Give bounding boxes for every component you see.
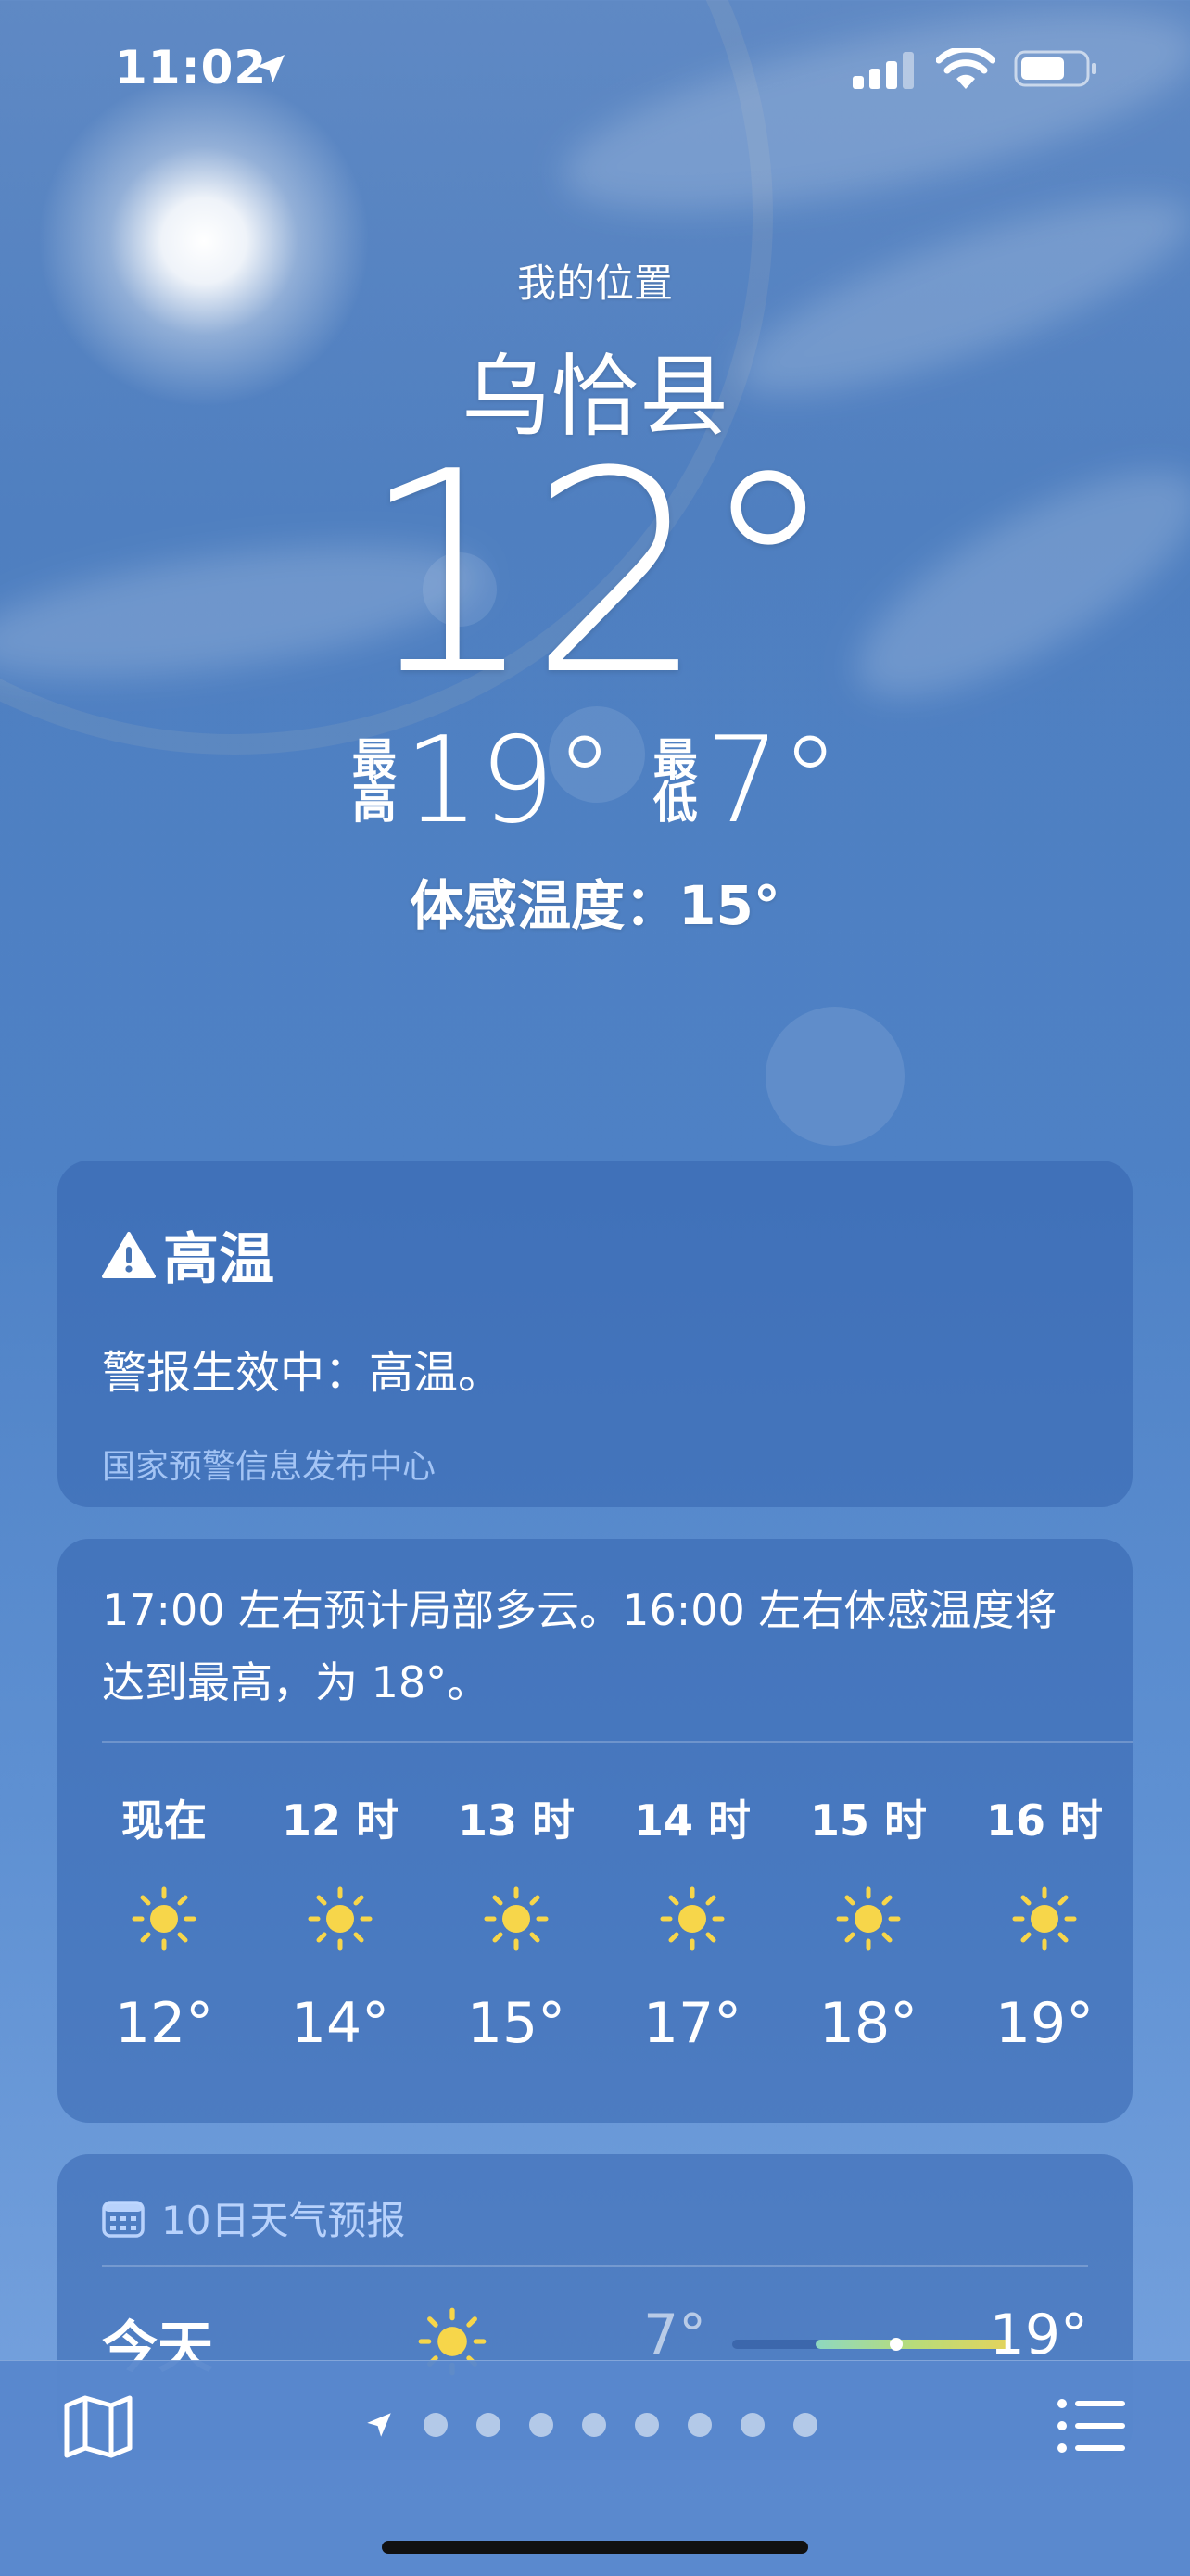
hour-item: 16 时 19° — [956, 1787, 1133, 2056]
alert-title: 高温 — [163, 1227, 274, 1292]
forecast-title-row: 10日天气预报 — [102, 2189, 1088, 2246]
forecast-high: 19° — [989, 2303, 1088, 2367]
high-value: 19° — [403, 712, 614, 850]
warning-icon — [102, 1231, 156, 1278]
hour-temp: 15° — [466, 1991, 566, 2056]
alert-title-row: 高温 — [102, 1214, 1088, 1295]
low-temperature: 最低 7° — [652, 721, 840, 842]
sun-icon — [308, 1886, 373, 1951]
current-temperature-dot — [890, 2338, 903, 2351]
wifi-icon — [936, 48, 995, 89]
page-dot[interactable] — [582, 2413, 606, 2437]
hour-label: 15 时 — [809, 1796, 928, 1846]
sun-icon — [1012, 1886, 1077, 1951]
hour-temp: 12° — [114, 1991, 214, 2056]
page-indicator[interactable] — [363, 2409, 817, 2441]
temperature-range-fill — [816, 2340, 1010, 2349]
low-label: 最低 — [652, 734, 698, 829]
status-time: 11:02 — [115, 41, 268, 95]
sun-icon — [660, 1886, 725, 1951]
forecast-low: 7° — [643, 2303, 707, 2367]
forecast-title: 10日天气预报 — [161, 2198, 406, 2243]
hour-temp: 18° — [818, 1991, 918, 2056]
high-temperature: 最高 19° — [350, 721, 614, 842]
hour-item: 15 时 18° — [780, 1787, 956, 2056]
feels-like: 体感温度：15° — [410, 874, 780, 937]
list-icon[interactable] — [1057, 2398, 1127, 2454]
sun-icon — [484, 1886, 549, 1951]
hour-item: 13 时 15° — [428, 1787, 604, 2056]
map-icon[interactable] — [63, 2394, 133, 2459]
page-dot[interactable] — [635, 2413, 659, 2437]
hour-temp: 17° — [642, 1991, 742, 2056]
page-dot[interactable] — [688, 2413, 712, 2437]
hour-item: 12 时 14° — [252, 1787, 428, 2056]
divider — [102, 2265, 1088, 2267]
location-label: 我的位置 — [516, 260, 673, 306]
hour-temp: 14° — [290, 1991, 390, 2056]
temperature-range-bar — [732, 2338, 1010, 2351]
current-temperature: 12° — [360, 412, 838, 736]
hour-label: 现在 — [121, 1796, 207, 1846]
location-arrow-icon — [257, 55, 285, 82]
hour-item: 14 时 17° — [604, 1787, 780, 2056]
hourly-summary: 17:00 左右预计局部多云。16:00 左右体感温度将达到最高，为 18°。 — [102, 1585, 1057, 1707]
divider — [102, 1741, 1133, 1743]
hour-label: 16 时 — [985, 1796, 1104, 1846]
home-indicator[interactable] — [382, 2541, 808, 2554]
alert-body: 警报生效中：高温。 — [102, 1347, 503, 1399]
hour-label: 13 时 — [457, 1796, 576, 1846]
high-low-temperatures: 最高 19° 最低 7° — [0, 721, 1190, 842]
sun-icon — [836, 1886, 901, 1951]
hour-label: 14 时 — [633, 1796, 752, 1846]
page-dot[interactable] — [424, 2413, 448, 2437]
cellular-signal-icon — [853, 52, 914, 89]
calendar-icon — [102, 2200, 145, 2238]
alert-source: 国家预警信息发布中心 — [102, 1448, 437, 1486]
low-value: 7° — [704, 712, 841, 850]
page-dot[interactable] — [529, 2413, 553, 2437]
high-label: 最高 — [351, 734, 397, 829]
page-dot[interactable] — [741, 2413, 765, 2437]
sun-icon — [132, 1886, 196, 1951]
hourly-list[interactable]: 现在 12° 12 时 14° 13 时 15° 14 时 17° 15 时 1… — [76, 1787, 1133, 2056]
status-bar: 11:02 — [0, 0, 1190, 139]
hour-item: 现在 12° — [76, 1787, 252, 2056]
hour-label: 12 时 — [281, 1796, 399, 1846]
lens-flare — [766, 1007, 905, 1146]
hourly-forecast-card[interactable]: 17:00 左右预计局部多云。16:00 左右体感温度将达到最高，为 18°。 … — [57, 1539, 1133, 2123]
hour-temp: 19° — [994, 1991, 1095, 2056]
location-arrow-icon[interactable] — [363, 2409, 395, 2441]
bottom-toolbar — [0, 2360, 1190, 2576]
battery-icon — [1014, 50, 1096, 87]
page-dot[interactable] — [793, 2413, 817, 2437]
weather-alert-card[interactable]: 高温 警报生效中：高温。 国家预警信息发布中心 — [57, 1161, 1133, 1507]
page-dot[interactable] — [476, 2413, 500, 2437]
